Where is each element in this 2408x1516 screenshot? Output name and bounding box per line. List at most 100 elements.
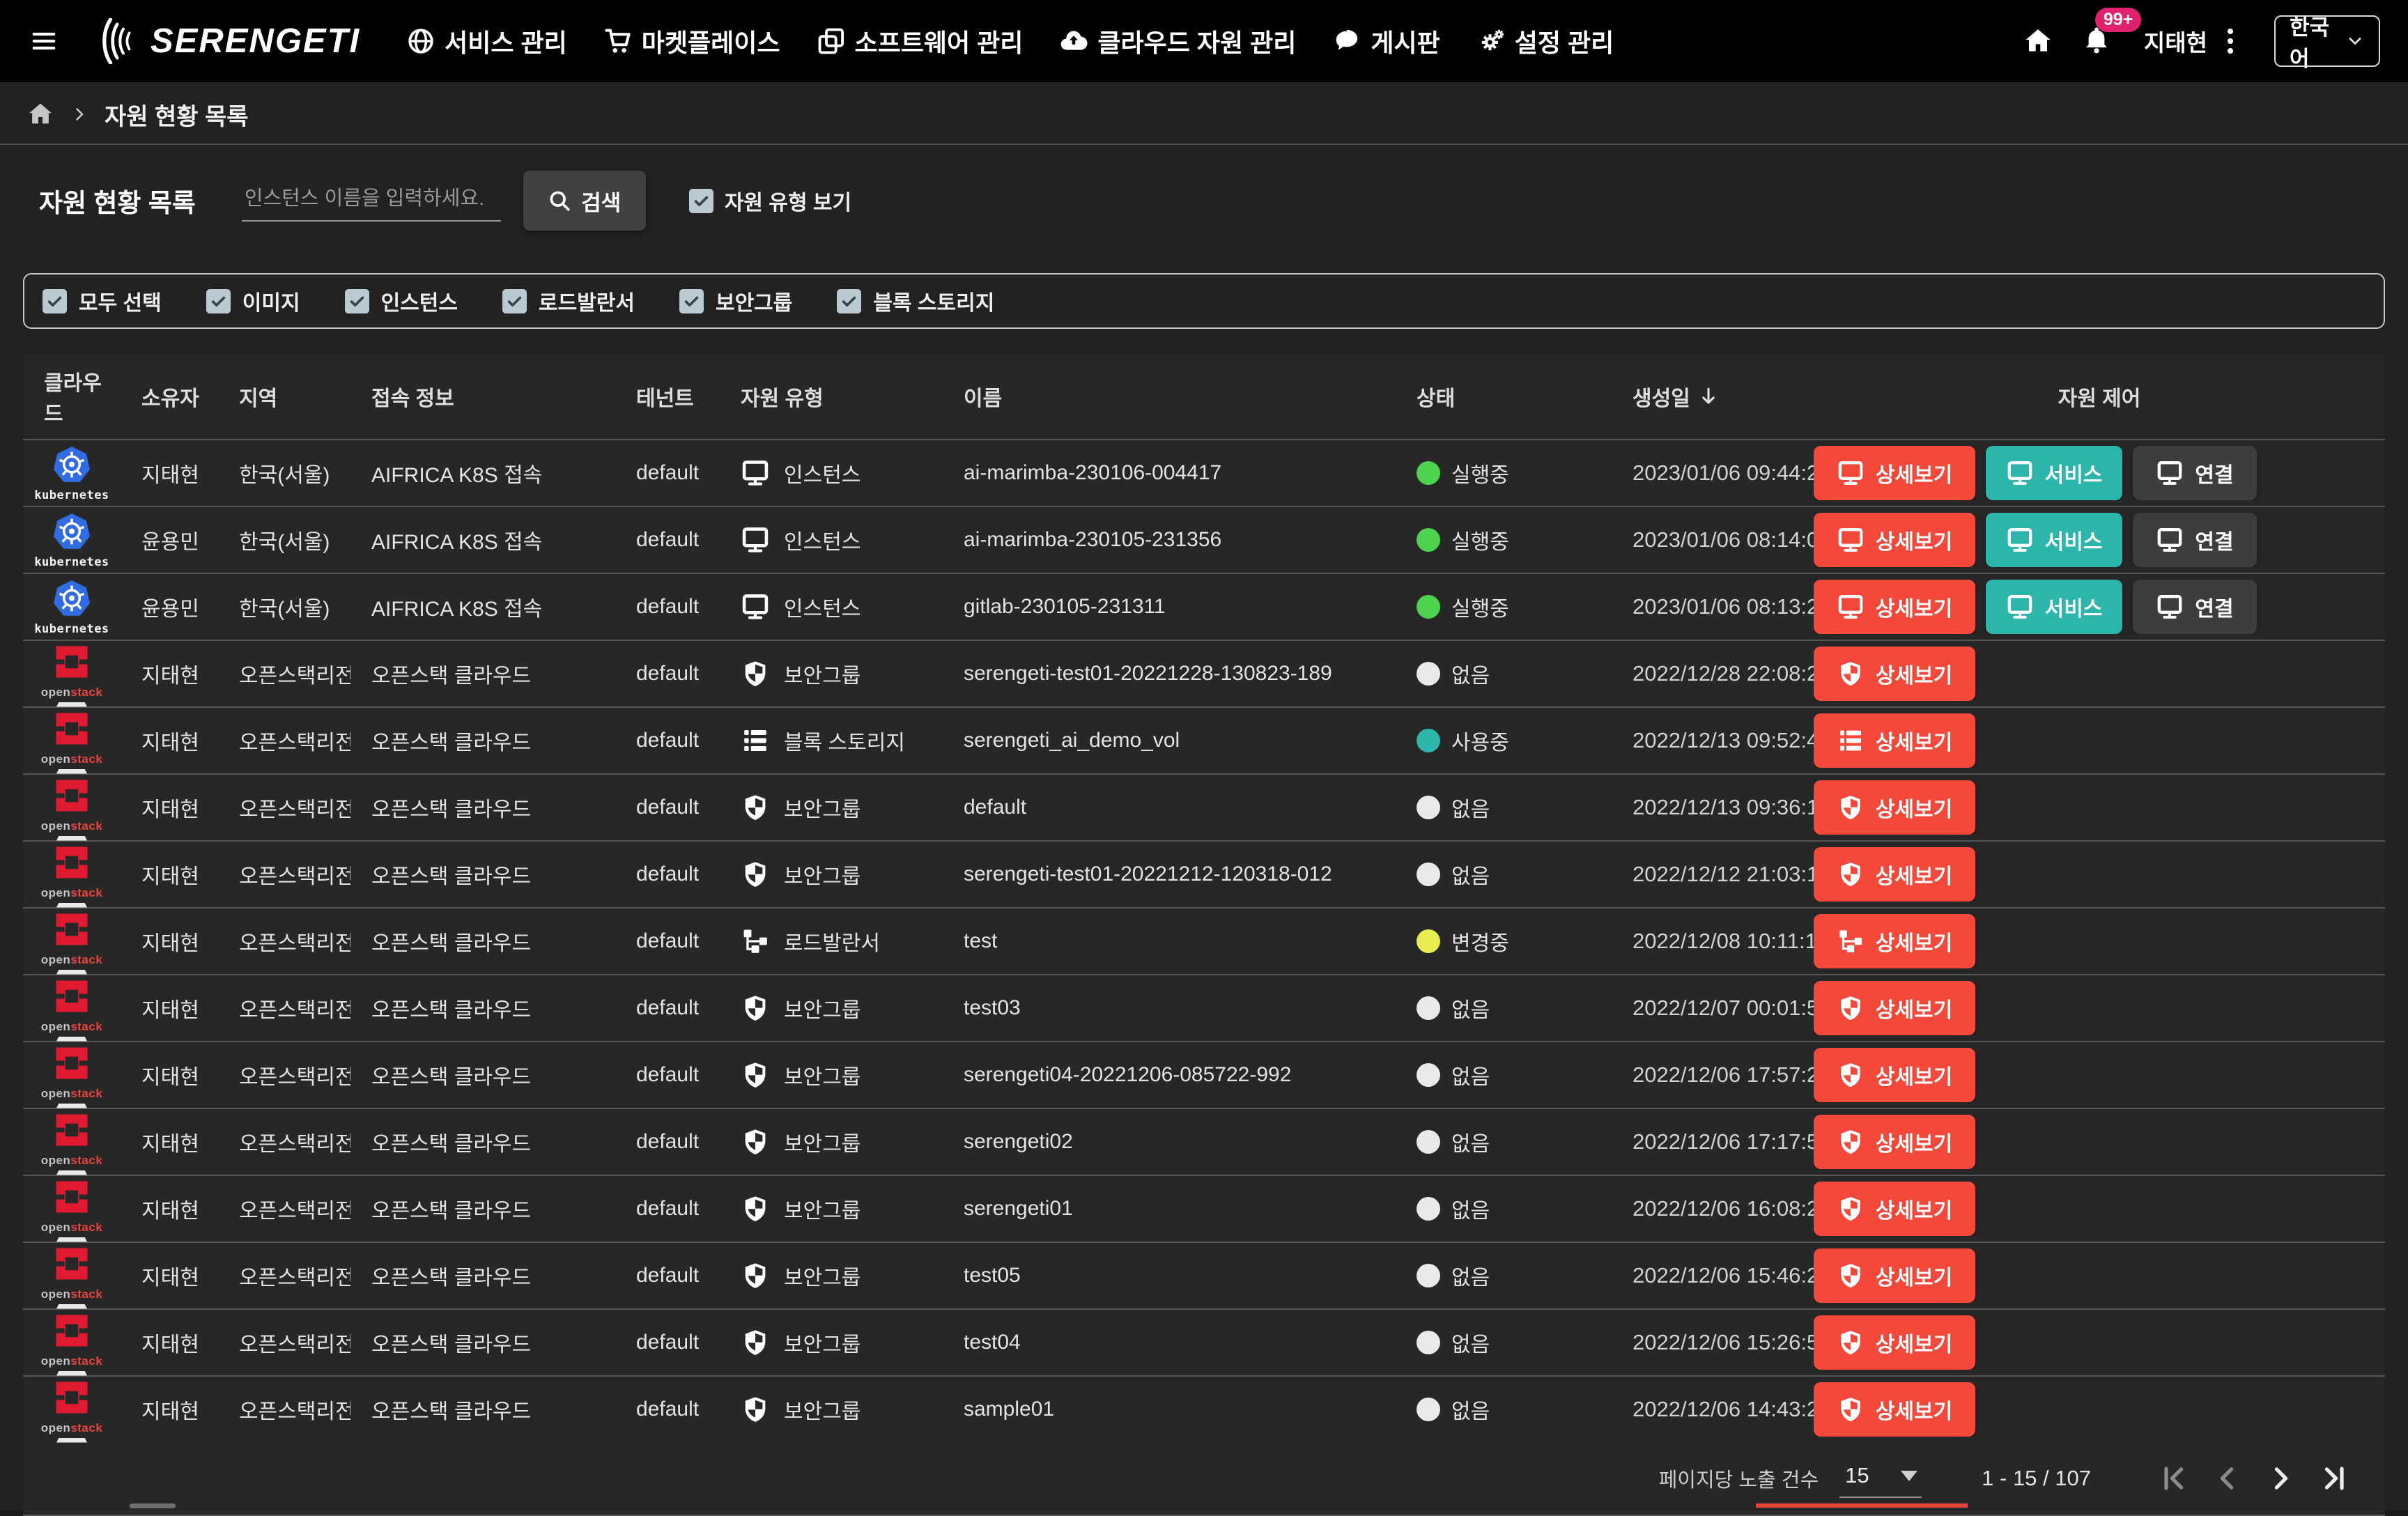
filter-image-checkbox[interactable] — [206, 289, 231, 314]
shield-icon — [741, 659, 770, 688]
user-name[interactable]: 지태현 — [2144, 24, 2207, 58]
connect-button[interactable]: 연결 — [2133, 446, 2257, 500]
openstack-banner — [56, 1438, 87, 1443]
check-icon — [505, 292, 524, 311]
button-label: 연결 — [2195, 591, 2233, 622]
detail-button[interactable]: 상세보기 — [1814, 1048, 1975, 1102]
type-label: 보안그룹 — [784, 1193, 860, 1224]
pagination-range: 1 - 15 / 107 — [1982, 1466, 2091, 1491]
detail-button[interactable]: 상세보기 — [1814, 1115, 1975, 1169]
actions-cell: 상세보기 — [1814, 1115, 2385, 1169]
type-label: 인스턴스 — [784, 458, 860, 488]
type-view-checkbox[interactable] — [689, 189, 713, 213]
created-cell: 2022/12/13 09:36:14 — [1612, 795, 1814, 820]
detail-button[interactable]: 상세보기 — [1814, 847, 1975, 902]
filter-block-storage-checkbox[interactable] — [837, 289, 861, 314]
filter-load-balancer: 로드발란서 — [502, 286, 635, 316]
detail-button[interactable]: 상세보기 — [1814, 1182, 1975, 1236]
breadcrumb-home-icon[interactable] — [26, 100, 54, 128]
horizontal-scrollbar-thumb[interactable] — [130, 1503, 176, 1508]
tenant-cell: default — [615, 595, 720, 619]
created-cell: 2022/12/12 21:03:16 — [1612, 862, 1814, 887]
last-page-button[interactable] — [2317, 1462, 2350, 1495]
hamburger-menu-icon[interactable] — [28, 27, 60, 55]
detail-button[interactable]: 상세보기 — [1814, 446, 1975, 500]
kebab-menu-icon[interactable] — [2225, 26, 2235, 56]
prev-page-button[interactable] — [2211, 1462, 2244, 1495]
shield-icon — [741, 1261, 770, 1290]
language-select[interactable]: 한국어 — [2274, 15, 2380, 67]
type-label: 보안그룹 — [784, 1327, 860, 1358]
service-button[interactable]: 서비스 — [1986, 446, 2122, 500]
detail-button[interactable]: 상세보기 — [1814, 914, 1975, 968]
column-header[interactable]: 생성일 — [1612, 381, 1814, 412]
status-cell: 없음 — [1396, 1394, 1612, 1425]
detail-button[interactable]: 상세보기 — [1814, 513, 1975, 567]
filter-image: 이미지 — [206, 286, 300, 316]
detail-button[interactable]: 상세보기 — [1814, 1382, 1975, 1437]
nav-item-board[interactable]: 게시판 — [1332, 23, 1440, 59]
detail-button[interactable]: 상세보기 — [1814, 580, 1975, 634]
status-cell: 없음 — [1396, 658, 1612, 689]
owner-cell: 지태현 — [121, 1394, 218, 1425]
detail-button[interactable]: 상세보기 — [1814, 1315, 1975, 1370]
shield-icon — [1837, 1262, 1865, 1290]
shield-icon — [1837, 794, 1865, 821]
cloud-wordmark: openstack — [41, 1020, 103, 1034]
connect-button[interactable]: 연결 — [2133, 580, 2257, 634]
connect-button[interactable]: 연결 — [2133, 513, 2257, 567]
filter-security-group-checkbox[interactable] — [679, 289, 704, 314]
name-cell: test05 — [943, 1264, 1396, 1287]
detail-button[interactable]: 상세보기 — [1814, 780, 1975, 835]
actions-cell: 상세보기 — [1814, 914, 2385, 968]
shield-icon — [1837, 1395, 1865, 1423]
cloud-wordmark: openstack — [41, 1354, 103, 1368]
status-label: 없음 — [1451, 1127, 1490, 1157]
nav-item-settings-management[interactable]: 설정 관리 — [1476, 23, 1614, 59]
monitor-icon — [1837, 526, 1865, 554]
connection-cell: 오픈스택 클라우드 — [350, 859, 615, 890]
monitor-icon — [1837, 459, 1865, 487]
per-page-select[interactable]: 15 — [1839, 1459, 1922, 1498]
status-dot — [1417, 528, 1440, 552]
filter-instance-checkbox[interactable] — [345, 289, 369, 314]
search-input[interactable] — [242, 180, 501, 222]
cloud-wordmark: openstack — [41, 686, 103, 699]
notifications[interactable]: 99+ — [2081, 24, 2112, 59]
detail-button[interactable]: 상세보기 — [1814, 647, 1975, 701]
filter-load-balancer-checkbox[interactable] — [502, 289, 527, 314]
brand-logo[interactable]: SERENGETI — [100, 18, 360, 64]
name-cell: serengeti01 — [943, 1197, 1396, 1221]
nav-item-software-management[interactable]: 소프트웨어 관리 — [817, 23, 1024, 59]
filter-label: 보안그룹 — [716, 286, 792, 316]
type-label: 인스턴스 — [784, 591, 860, 622]
chevron-down-icon — [2345, 31, 2365, 51]
cloud-wordmark: openstack — [41, 1287, 103, 1301]
nav-item-cloud-resource-management[interactable]: 클라우드 자원 관리 — [1059, 23, 1296, 59]
service-button[interactable]: 서비스 — [1986, 580, 2122, 634]
filter-instance: 인스턴스 — [345, 286, 458, 316]
shield-icon — [741, 793, 770, 822]
service-button[interactable]: 서비스 — [1986, 513, 2122, 567]
filter-select-all-checkbox[interactable] — [43, 289, 67, 314]
detail-button[interactable]: 상세보기 — [1814, 713, 1975, 768]
nav-item-marketplace[interactable]: 마켓플레이스 — [603, 23, 780, 59]
next-page-button[interactable] — [2264, 1462, 2297, 1495]
page-title: 자원 현황 목록 — [39, 182, 196, 219]
region-cell: 오픈스택리전1 — [218, 792, 350, 823]
home-icon[interactable] — [2023, 26, 2053, 56]
tenant-cell: default — [615, 1197, 720, 1221]
status-dot — [1417, 1331, 1440, 1354]
nav-item-service-management[interactable]: 서비스 관리 — [406, 23, 567, 59]
created-cell: 2022/12/06 16:08:29 — [1612, 1196, 1814, 1221]
cloud-wordmark: kubernetes — [34, 488, 109, 502]
button-label: 상세보기 — [1876, 792, 1952, 823]
sort-desc-icon[interactable] — [1697, 385, 1720, 408]
search-button[interactable]: 검색 — [523, 171, 646, 231]
status-label: 실행중 — [1451, 525, 1509, 555]
table-row: kubernetes 지태현 한국(서울) AIFRICA K8S 접속 def… — [23, 439, 2385, 506]
detail-button[interactable]: 상세보기 — [1814, 981, 1975, 1035]
select-arrow-icon — [1901, 1471, 1917, 1481]
detail-button[interactable]: 상세보기 — [1814, 1248, 1975, 1303]
first-page-button[interactable] — [2158, 1462, 2191, 1495]
